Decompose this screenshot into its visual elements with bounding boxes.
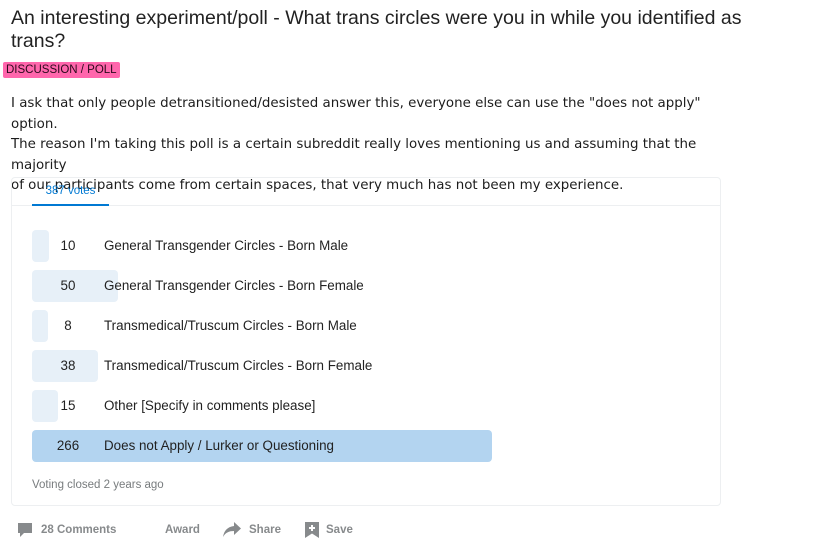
poll-option-count: 15: [60, 398, 76, 413]
award-label: Award: [165, 524, 200, 536]
poll-option-label: Other [Specify in comments please]: [104, 398, 316, 413]
poll-option-count: 266: [56, 438, 80, 453]
poll-status: Voting closed 2 years ago: [32, 479, 164, 491]
poll-option-count: 8: [64, 318, 72, 333]
poll-option-count: 38: [60, 358, 76, 373]
poll-option: 50 General Transgender Circles - Born Fe…: [32, 270, 672, 302]
comments-button[interactable]: 28 Comments: [16, 517, 126, 543]
poll-option: 15 Other [Specify in comments please]: [32, 390, 672, 422]
post-body-line: The reason I'm taking this poll is a cer…: [11, 137, 697, 173]
votes-tab[interactable]: 387 votes: [32, 178, 109, 206]
post-actions: 28 Comments Award Share Save: [11, 517, 411, 543]
poll-option-bar: [32, 230, 49, 262]
poll-option-label: Does not Apply / Lurker or Questioning: [104, 438, 335, 453]
share-arrow-icon: [223, 522, 241, 537]
award-button[interactable]: Award: [165, 517, 215, 543]
share-label: Share: [249, 524, 281, 536]
poll-option: 10 General Transgender Circles - Born Ma…: [32, 230, 672, 262]
comments-label: 28 Comments: [41, 524, 117, 536]
speech-bubble-icon: [18, 523, 32, 537]
poll-option-label: General Transgender Circles - Born Male: [104, 238, 349, 253]
share-button[interactable]: Share: [222, 517, 292, 543]
poll-option-label: Transmedical/Truscum Circles - Born Male: [104, 318, 357, 333]
poll-option-label: Transmedical/Truscum Circles - Born Fema…: [104, 358, 373, 373]
poll-card: 387 votes 10 General Transgender Circles…: [11, 177, 721, 506]
poll-option-count: 50: [60, 278, 76, 293]
poll-option-winner: 266 Does not Apply / Lurker or Questioni…: [32, 430, 672, 462]
bookmark-plus-icon: [305, 522, 319, 538]
poll-option: 38 Transmedical/Truscum Circles - Born F…: [32, 350, 672, 382]
poll-option: 8 Transmedical/Truscum Circles - Born Ma…: [32, 310, 672, 342]
post-flair[interactable]: DISCUSSION / POLL: [3, 62, 120, 78]
post-body-line: I ask that only people detransitioned/de…: [11, 96, 701, 132]
poll-header: 387 votes: [12, 178, 720, 206]
save-button[interactable]: Save: [304, 517, 364, 543]
poll-option-bar: [32, 310, 48, 342]
poll-option-count: 10: [60, 238, 76, 253]
save-label: Save: [326, 524, 353, 536]
post-title[interactable]: An interesting experiment/poll - What tr…: [11, 7, 771, 53]
poll-option-label: General Transgender Circles - Born Femal…: [104, 278, 364, 293]
